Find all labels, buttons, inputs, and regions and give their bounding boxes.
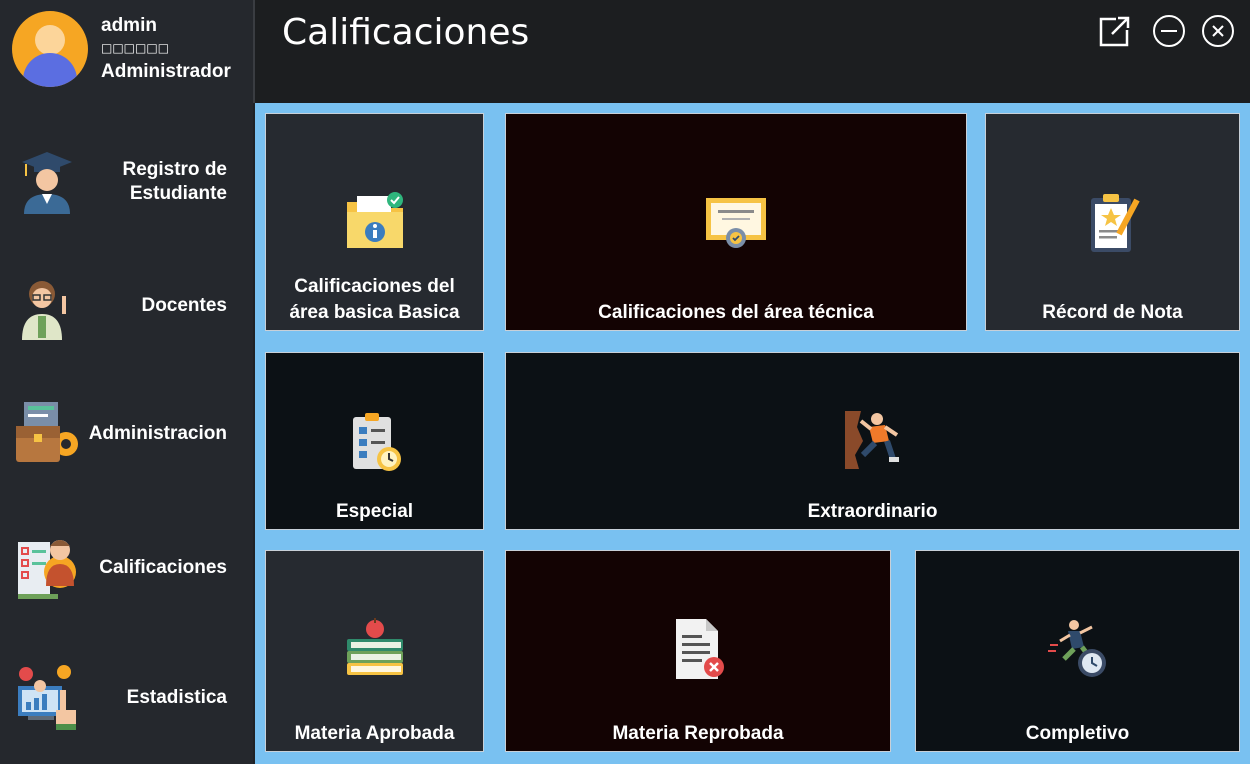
tile-extraordinario[interactable]: Extraordinario bbox=[505, 352, 1240, 530]
tile-materia-aprobada[interactable]: Materia Aprobada bbox=[265, 550, 484, 752]
tile-label: Especial bbox=[335, 501, 414, 522]
student-graduate-icon bbox=[22, 152, 72, 214]
tiles-panel: Calificaciones del área basica Basica Ca… bbox=[255, 103, 1250, 764]
tile-completivo[interactable]: Completivo bbox=[915, 550, 1240, 752]
tile-label: Materia Aprobada bbox=[294, 723, 455, 744]
tile-label: Calificaciones del área técnica bbox=[598, 302, 874, 323]
tile-label: Calificaciones del área basica Basica bbox=[289, 276, 460, 323]
header: Calificaciones bbox=[253, 0, 1250, 103]
tile-especial[interactable]: Especial bbox=[265, 352, 484, 530]
certificate-icon bbox=[706, 198, 766, 248]
tile-calificaciones-area-basica[interactable]: Calificaciones del área basica Basica bbox=[265, 113, 484, 331]
sidebar-item-label: Administracion bbox=[88, 423, 227, 444]
statistics-dashboard-icon bbox=[18, 665, 76, 730]
profile-role: Administrador bbox=[101, 61, 231, 82]
sidebar-item-label: Estadistica bbox=[126, 687, 227, 708]
grades-teacher-icon bbox=[18, 540, 76, 599]
tile-calificaciones-area-tecnica[interactable]: Calificaciones del área técnica bbox=[505, 113, 967, 331]
books-apple-icon bbox=[346, 618, 403, 675]
sidebar-item-registro-estudiante[interactable]: Registro de Estudiante bbox=[0, 128, 253, 238]
tile-record-de-nota[interactable]: Récord de Nota bbox=[985, 113, 1240, 331]
tile-materia-reprobada[interactable]: Materia Reprobada bbox=[505, 550, 891, 752]
document-fail-icon bbox=[676, 619, 724, 679]
clipboard-star-icon bbox=[1090, 194, 1140, 252]
sidebar-item-calificaciones[interactable]: Calificaciones bbox=[0, 512, 253, 622]
profile-username: admin bbox=[101, 15, 157, 36]
briefcase-gear-icon bbox=[16, 402, 78, 462]
close-icon[interactable] bbox=[1201, 14, 1235, 48]
sidebar-item-label: Docentes bbox=[141, 295, 227, 316]
sidebar-item-label: Calificaciones bbox=[99, 557, 227, 578]
sidebar-item-docentes[interactable]: Docentes bbox=[0, 252, 253, 362]
teacher-icon bbox=[22, 281, 66, 340]
sidebar-item-label: Registro de Estudiante bbox=[122, 159, 227, 204]
tile-label: Materia Reprobada bbox=[612, 723, 784, 744]
tile-label: Récord de Nota bbox=[1042, 302, 1183, 323]
popout-icon[interactable] bbox=[1098, 14, 1132, 48]
app-window: admin □□□□□□ Administrador Registro de Es… bbox=[0, 0, 1250, 764]
tile-label: Completivo bbox=[1025, 723, 1130, 744]
runner-clock-icon bbox=[1047, 620, 1106, 677]
avatar bbox=[12, 11, 88, 87]
sidebar: admin □□□□□□ Administrador Registro de Es… bbox=[0, 0, 253, 764]
page-title: Calificaciones bbox=[282, 12, 530, 53]
climber-icon bbox=[844, 411, 899, 469]
tile-label: Extraordinario bbox=[807, 501, 938, 522]
sidebar-item-estadistica[interactable]: Estadistica bbox=[0, 642, 253, 752]
minimize-icon[interactable] bbox=[1152, 14, 1186, 48]
sidebar-item-administracion[interactable]: Administracion bbox=[0, 380, 253, 490]
user-profile: admin □□□□□□ Administrador bbox=[0, 0, 253, 100]
folder-info-icon bbox=[346, 192, 403, 248]
profile-status: □□□□□□ bbox=[101, 41, 170, 55]
checklist-clock-icon bbox=[352, 413, 401, 471]
